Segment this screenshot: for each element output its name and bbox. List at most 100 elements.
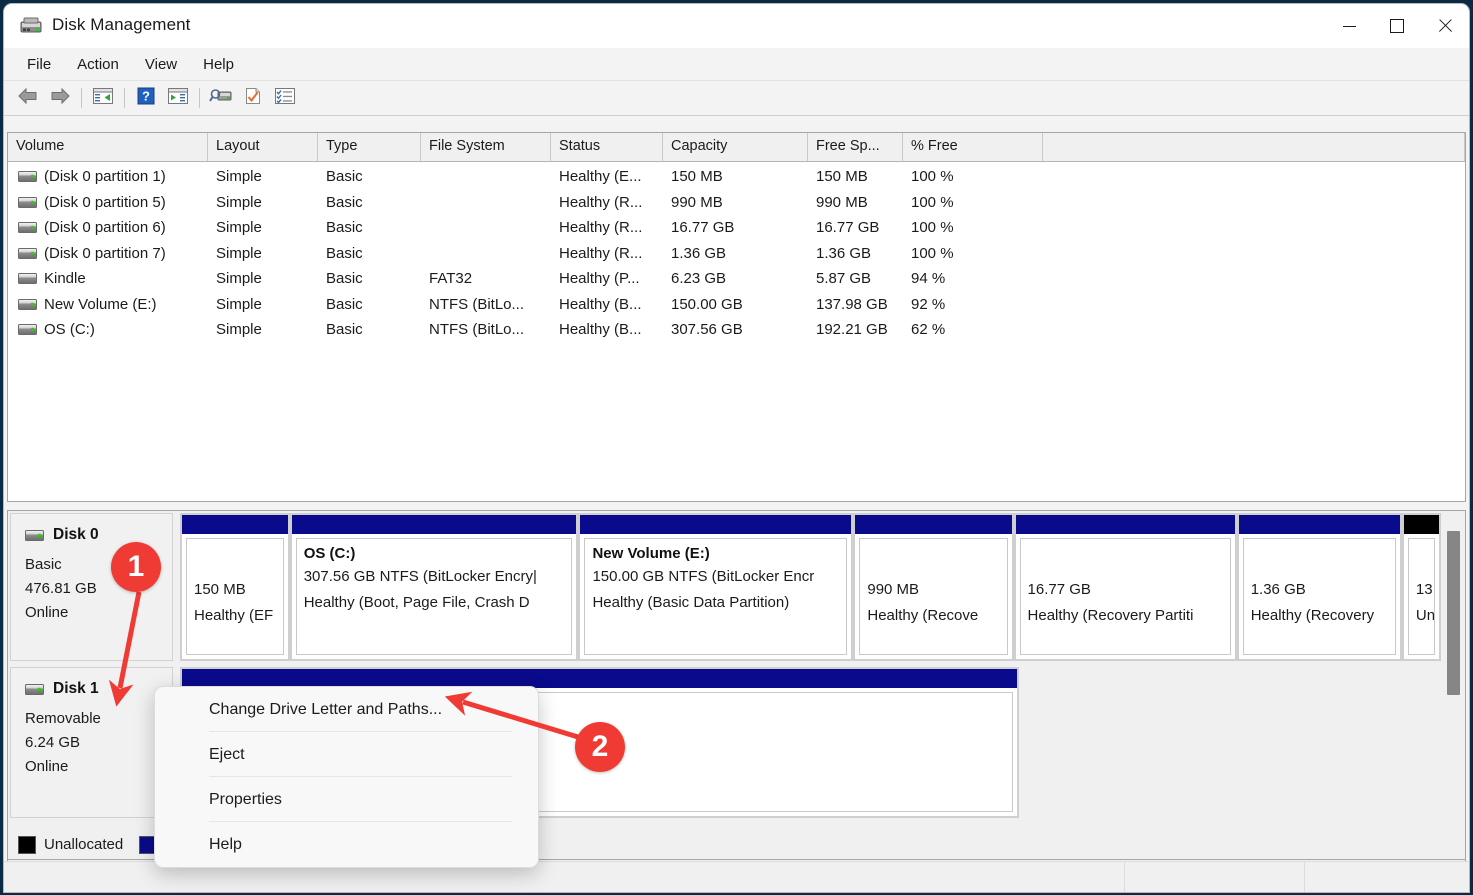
menu-item-action[interactable]: Action — [66, 52, 130, 77]
partition-block[interactable]: New Volume (E:)150.00 GB NTFS (BitLocker… — [578, 513, 853, 661]
partition-block[interactable]: 1.36 GBHealthy (Recovery — [1237, 513, 1402, 661]
annotation-badge-2: 2 — [575, 722, 625, 772]
table-row[interactable]: KindleSimpleBasicFAT32Healthy (P...6.23 … — [8, 266, 1465, 292]
drive-icon-removable — [18, 273, 37, 284]
cell-percent-free: 100 % — [903, 194, 1043, 211]
toolbar-separator — [124, 88, 125, 108]
column-header-type[interactable]: Type — [318, 133, 421, 161]
partition-capacity-line: 150 MB — [194, 577, 276, 603]
legend-item-unallocated: Unallocated — [18, 836, 123, 854]
back-button[interactable] — [12, 84, 44, 112]
disk-name-row: Disk 0 — [25, 526, 172, 544]
show-hide-console-tree-button[interactable] — [87, 84, 119, 112]
properties-button[interactable] — [237, 84, 269, 112]
list-view-button[interactable] — [269, 84, 301, 112]
partition-body: 1.36 GBHealthy (Recovery — [1243, 538, 1396, 655]
window-controls — [1325, 4, 1469, 48]
maximize-button[interactable] — [1373, 4, 1421, 48]
disk-name-row: Disk 1 — [25, 680, 172, 698]
column-header-layout[interactable]: Layout — [208, 133, 318, 161]
partition-block[interactable]: 990 MBHealthy (Recove — [853, 513, 1013, 661]
drive-icon-online — [18, 197, 37, 208]
drive-icon-online — [18, 248, 37, 259]
table-row[interactable]: (Disk 0 partition 5)SimpleBasicHealthy (… — [8, 190, 1465, 216]
partition-block[interactable]: 13 MUnall — [1402, 513, 1441, 661]
table-row[interactable]: New Volume (E:)SimpleBasicNTFS (BitLo...… — [8, 292, 1465, 318]
show-hide-action-pane-button[interactable] — [162, 84, 194, 112]
help-icon: ? — [136, 87, 156, 109]
partition-block[interactable]: OS (C:) 307.56 GB NTFS (BitLocker Encry|H… — [290, 513, 579, 661]
disk-size-label: 6.24 GB — [25, 731, 172, 755]
cell-volume: OS (C:) — [8, 321, 208, 338]
disk-pane-scrollbar[interactable] — [1444, 513, 1463, 859]
menu-item-file[interactable]: File — [16, 52, 62, 77]
column-header-capacity[interactable]: Capacity — [663, 133, 808, 161]
cell-volume: (Disk 0 partition 7) — [8, 245, 208, 262]
table-row[interactable]: (Disk 0 partition 1)SimpleBasicHealthy (… — [8, 164, 1465, 190]
partition-status-line: Healthy (Boot, Page File, Crash D — [304, 590, 565, 616]
cell-layout: Simple — [208, 270, 318, 287]
drive-icon-online — [18, 171, 37, 182]
cell-file-system: NTFS (BitLo... — [421, 321, 551, 338]
title-bar: Disk Management — [4, 4, 1469, 48]
cell-layout: Simple — [208, 168, 318, 185]
cell-capacity: 6.23 GB — [663, 270, 808, 287]
table-row[interactable]: OS (C:)SimpleBasicNTFS (BitLo...Healthy … — [8, 317, 1465, 343]
scrollbar-thumb[interactable] — [1447, 531, 1460, 695]
close-button[interactable] — [1421, 4, 1469, 48]
toolbar: ? — [4, 81, 1469, 116]
column-header-volume[interactable]: Volume — [8, 133, 208, 161]
partition-block[interactable]: 150 MBHealthy (EF — [180, 513, 290, 661]
cell-capacity: 990 MB — [663, 194, 808, 211]
disk-state-label: Online — [25, 601, 172, 625]
partition-color-band — [1016, 515, 1235, 534]
disk-name-label: Disk 0 — [53, 526, 99, 544]
disk-context-menu: Change Drive Letter and Paths... Eject P… — [154, 686, 539, 868]
disk-icon — [25, 684, 44, 695]
context-menu-item-change-drive-letter[interactable]: Change Drive Letter and Paths... — [155, 687, 538, 732]
menu-item-view[interactable]: View — [134, 52, 188, 77]
column-header-percent-free[interactable]: % Free — [903, 133, 1043, 161]
column-header-free-space[interactable]: Free Sp... — [808, 133, 903, 161]
column-header-file-system[interactable]: File System — [421, 133, 551, 161]
context-menu-item-help[interactable]: Help — [155, 822, 538, 867]
drive-icon-online — [18, 324, 37, 335]
cell-status: Healthy (R... — [551, 219, 663, 236]
cell-volume: Kindle — [8, 270, 208, 287]
minimize-button[interactable] — [1325, 4, 1373, 48]
partition-block[interactable]: 16.77 GBHealthy (Recovery Partiti — [1014, 513, 1237, 661]
table-row[interactable]: (Disk 0 partition 6)SimpleBasicHealthy (… — [8, 215, 1465, 241]
partition-body: 13 MUnall — [1408, 538, 1435, 655]
partition-title: OS (C:) — [304, 545, 565, 562]
cell-free-space: 192.21 GB — [808, 321, 903, 338]
partition-body: 16.77 GBHealthy (Recovery Partiti — [1020, 538, 1231, 655]
partition-capacity-line: 990 MB — [867, 577, 999, 603]
table-row[interactable]: (Disk 0 partition 7)SimpleBasicHealthy (… — [8, 241, 1465, 267]
cell-status: Healthy (E... — [551, 168, 663, 185]
disk-info-panel[interactable]: Disk 1Removable6.24 GBOnline — [10, 667, 173, 818]
svg-text:?: ? — [142, 89, 150, 104]
help-button[interactable]: ? — [130, 84, 162, 112]
column-header-status[interactable]: Status — [551, 133, 663, 161]
cell-layout: Simple — [208, 245, 318, 262]
drive-icon-online — [18, 222, 37, 233]
menu-item-help[interactable]: Help — [192, 52, 245, 77]
context-menu-item-eject[interactable]: Eject — [155, 732, 538, 777]
rescan-disks-button[interactable] — [205, 84, 237, 112]
cell-percent-free: 92 % — [903, 296, 1043, 313]
cell-file-system: NTFS (BitLo... — [421, 296, 551, 313]
context-menu-item-properties[interactable]: Properties — [155, 777, 538, 822]
status-field-2 — [1124, 862, 1304, 892]
partition-color-band — [182, 515, 288, 534]
status-field-3 — [1304, 862, 1469, 892]
partition-status-line: Healthy (EF — [194, 603, 276, 629]
partition-capacity-line: 307.56 GB NTFS (BitLocker Encry| — [304, 564, 565, 590]
cell-capacity: 307.56 GB — [663, 321, 808, 338]
disk-name-label: Disk 1 — [53, 680, 99, 698]
forward-button[interactable] — [44, 84, 76, 112]
cell-percent-free: 62 % — [903, 321, 1043, 338]
partition-body: 990 MBHealthy (Recove — [859, 538, 1007, 655]
cell-volume: New Volume (E:) — [8, 296, 208, 313]
partition-capacity-line: 16.77 GB — [1028, 577, 1223, 603]
show-hide-action-pane-icon — [167, 87, 189, 109]
